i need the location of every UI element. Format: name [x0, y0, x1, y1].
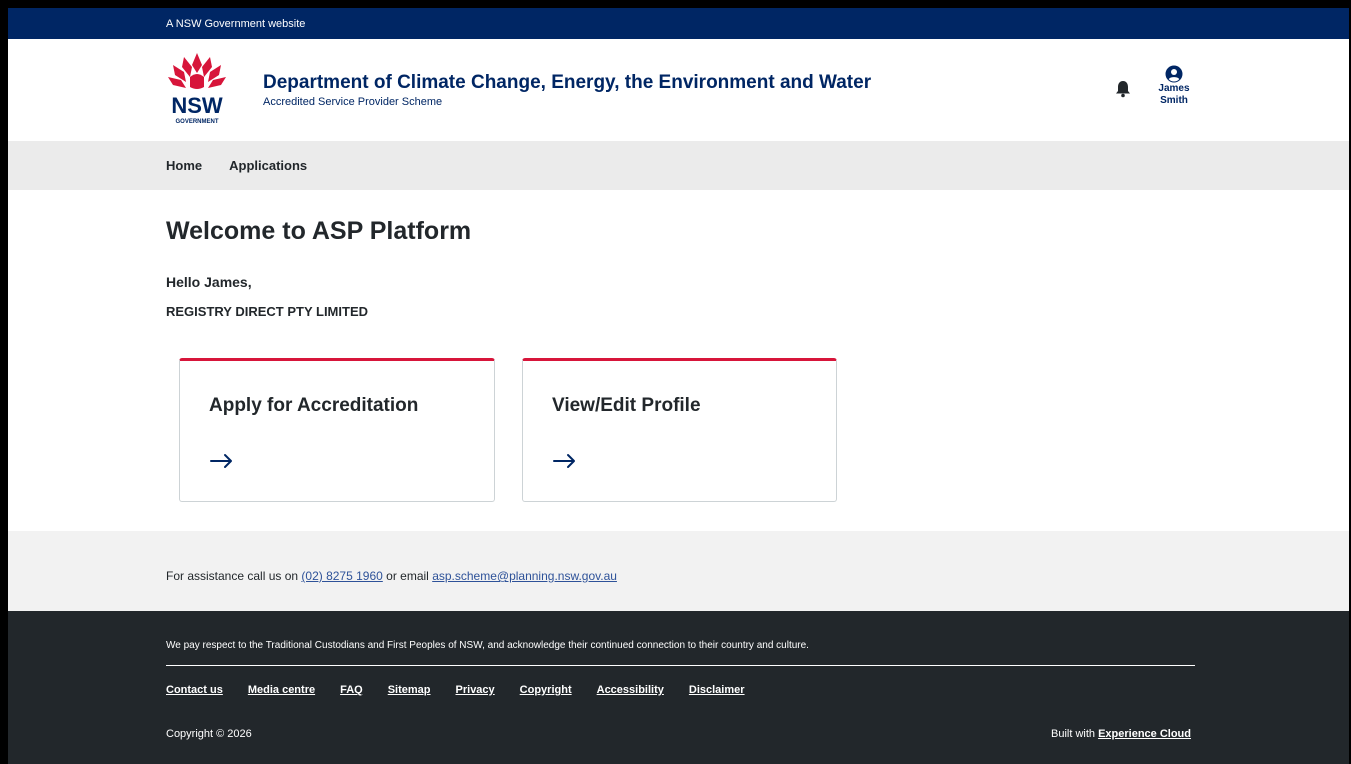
card-title: View/Edit Profile — [552, 395, 701, 416]
copyright-text: Copyright © 2026 — [166, 728, 252, 740]
logo-subword: GOVERNMENT — [175, 119, 218, 125]
page-frame: A NSW Government website NSW GOVERNMENT … — [8, 8, 1349, 764]
footer-link-copyright[interactable]: Copyright — [520, 684, 572, 696]
acknowledgement-text: We pay respect to the Traditional Custod… — [166, 640, 809, 651]
main-content: Welcome to ASP Platform Hello James, REG… — [8, 190, 1349, 531]
card-title: Apply for Accreditation — [209, 395, 419, 416]
page-title: Welcome to ASP Platform — [166, 217, 472, 245]
assistance-middle: or email — [386, 569, 429, 583]
footer-link-contact-us[interactable]: Contact us — [166, 684, 223, 696]
footer-links: Contact us Media centre FAQ Sitemap Priv… — [166, 684, 745, 696]
scheme-subtitle: Accredited Service Provider Scheme — [263, 96, 443, 108]
view-edit-profile-card[interactable]: View/Edit Profile — [522, 358, 837, 502]
nav-home[interactable]: Home — [166, 158, 202, 173]
user-menu[interactable]: James Smith — [1156, 65, 1192, 107]
footer-divider — [166, 665, 1195, 666]
footer: We pay respect to the Traditional Custod… — [8, 611, 1349, 764]
waratah-icon: NSW GOVERNMENT — [168, 53, 226, 125]
user-first-name: James — [1158, 83, 1190, 94]
company-name: REGISTRY DIRECT PTY LIMITED — [166, 304, 369, 319]
nsw-government-logo[interactable]: NSW GOVERNMENT — [164, 51, 230, 127]
experience-cloud-link[interactable]: Experience Cloud — [1098, 728, 1191, 740]
nav-applications[interactable]: Applications — [229, 158, 307, 173]
footer-link-media-centre[interactable]: Media centre — [248, 684, 315, 696]
user-circle-icon — [1165, 65, 1183, 83]
greeting: Hello James, — [166, 274, 252, 290]
assistance-text: For assistance call us on (02) 8275 1960… — [166, 569, 617, 583]
masthead: NSW GOVERNMENT Department of Climate Cha… — [8, 39, 1349, 141]
arrow-right-icon — [553, 454, 575, 468]
logo-word: NSW — [171, 93, 223, 118]
main-nav: Home Applications — [8, 141, 1349, 190]
assistance-email-link[interactable]: asp.scheme@planning.nsw.gov.au — [432, 569, 617, 583]
assistance-phone-link[interactable]: (02) 8275 1960 — [301, 569, 382, 583]
assistance-prefix: For assistance call us on — [166, 569, 299, 583]
assistance-section: For assistance call us on (02) 8275 1960… — [8, 531, 1349, 611]
footer-link-disclaimer[interactable]: Disclaimer — [689, 684, 745, 696]
footer-link-privacy[interactable]: Privacy — [456, 684, 495, 696]
footer-link-sitemap[interactable]: Sitemap — [388, 684, 431, 696]
gov-website-text: A NSW Government website — [166, 17, 306, 30]
bell-icon[interactable] — [1115, 80, 1131, 98]
footer-link-accessibility[interactable]: Accessibility — [597, 684, 664, 696]
footer-link-faq[interactable]: FAQ — [340, 684, 363, 696]
department-title: Department of Climate Change, Energy, th… — [263, 72, 872, 93]
apply-accreditation-card[interactable]: Apply for Accreditation — [179, 358, 495, 502]
gov-website-bar: A NSW Government website — [8, 8, 1349, 39]
built-with-prefix: Built with — [1050, 728, 1096, 740]
arrow-right-icon — [210, 454, 232, 468]
built-with: Built with Experience Cloud — [1051, 728, 1191, 740]
user-last-name: Smith — [1160, 95, 1188, 106]
